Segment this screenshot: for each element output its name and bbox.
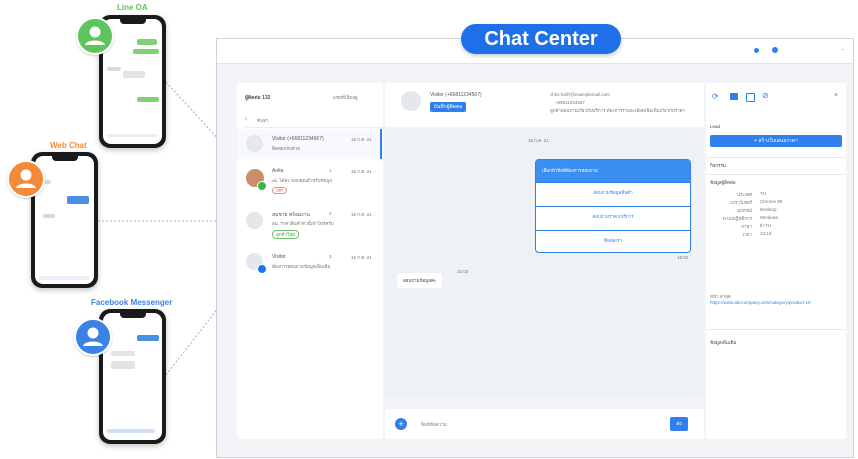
- info-rows: ประเทศ TH เบราว์เซอร์ Chrome 90 อุปกรณ์ Des…: [710, 191, 842, 239]
- conversation-filter[interactable]: แชทที่เปิดอยู่: [333, 94, 358, 101]
- save-contact-button[interactable]: บันทึกผู้ติดต่อ: [430, 102, 466, 112]
- image-icon[interactable]: [746, 93, 755, 102]
- tag-badge: VIP: [272, 187, 288, 194]
- contact-name: Visitor (+66811234567): [272, 136, 324, 142]
- card-title: เลือกหัวข้อที่ต้องการสอบถาม: [536, 160, 690, 182]
- date-chip: 16 ก.ค. 21: [528, 138, 549, 143]
- divider: [706, 174, 846, 175]
- search-icon: ⌕: [245, 116, 248, 121]
- contact-avatar: [246, 212, 263, 229]
- chat-center-window: ⌄ ผู้ติดต่อ 132 แชทที่เปิดอยู่ ค้นหา ⌕ V…: [216, 38, 854, 458]
- info-label: เบราว์เซอร์: [730, 200, 752, 205]
- card-option-3[interactable]: ติดต่อเรา: [536, 230, 690, 251]
- contact-name: Anita: [272, 168, 284, 174]
- contact-note: ลูกค้าสอบถามเกี่ยวกับบริการ ต้องการรายละ…: [550, 108, 686, 113]
- close-icon[interactable]: ×: [834, 92, 838, 99]
- create-quote-button[interactable]: + สร้างใบเสนอราคา: [710, 135, 842, 147]
- user-menu-icon[interactable]: [772, 47, 778, 53]
- info-label: ภาษา: [741, 224, 752, 229]
- info-value: Windows: [760, 215, 779, 220]
- message-time: 16 ก.ค. 21: [351, 212, 372, 217]
- chevron-down-icon[interactable]: ⌄: [841, 46, 845, 52]
- info-value: Chrome 90: [760, 199, 783, 204]
- contact-name: สมชาย พร้อมงาน: [272, 212, 310, 218]
- lead-label: Lead: [710, 124, 721, 129]
- card-time: 15:02: [677, 255, 689, 260]
- message-time: 16 ก.ค. 21: [351, 169, 372, 174]
- message-time: 16 ก.ค. 21: [351, 137, 372, 142]
- refresh-icon[interactable]: ⟳: [712, 92, 719, 101]
- contact-avatar: [246, 135, 263, 152]
- message-preview: ต้องการสอบถามข้อมูลเพิ่มเติม: [272, 264, 331, 269]
- info-label: ระบบปฏิบัติการ: [722, 216, 752, 221]
- divider: [706, 329, 846, 330]
- chat-messages: 16 ก.ค. 21 เลือกหัวข้อที่ต้องการสอบถาม ส…: [385, 129, 704, 397]
- message-preview: สน. ราคาสินค้าตัวนี้เท่าไหร่ครับ: [272, 221, 334, 226]
- line-badge-icon: [257, 181, 267, 191]
- visited-label: หน้า ล่าสุด: [710, 294, 731, 299]
- folder-icon[interactable]: [730, 93, 738, 100]
- list-item[interactable]: สมชาย พร้อมงาน 2 16 ก.ค. 21 สน. ราคาสินค…: [237, 205, 383, 245]
- notification-icon[interactable]: [754, 48, 759, 53]
- unread-count: 3: [329, 254, 332, 259]
- info-section-title[interactable]: ข้อมูลผู้ติดต่อ: [710, 179, 736, 186]
- incoming-time: 15:03: [457, 269, 469, 274]
- contact-email: chris.hall7@examplemail.com: [550, 92, 610, 97]
- link-icon[interactable]: ⊘: [762, 91, 769, 100]
- page-title: Chat Center: [461, 24, 621, 54]
- chat-header: Visitor (+66811234567) บันทึกผู้ติดต่อ c…: [385, 83, 704, 127]
- info-label: ประเทศ: [736, 192, 752, 197]
- contact-name: Visitor: [272, 254, 286, 260]
- chat-composer: + พิมพ์ข้อความ ส่ง: [385, 409, 704, 439]
- info-value: TH: [760, 191, 766, 196]
- list-item[interactable]: Visitor 3 16 ก.ค. 21 ต้องการสอบถามข้อมูล…: [237, 247, 383, 277]
- active-indicator: [380, 129, 382, 159]
- info-label: เวลา: [742, 232, 752, 237]
- message-input[interactable]: พิมพ์ข้อความ: [421, 421, 447, 428]
- message-preview: ok, ได้ค่ะ ขอบคุณสำหรับข้อมูล: [272, 178, 332, 183]
- message-preview: ติดต่อกลับด้วย: [272, 146, 300, 151]
- divider: [706, 157, 846, 158]
- conversation-list: ผู้ติดต่อ 132 แชทที่เปิดอยู่ ค้นหา ⌕ Vis…: [237, 83, 385, 439]
- search-input[interactable]: ค้นหา: [245, 116, 385, 128]
- tag-badge: ลูกค้าใหม่: [272, 230, 300, 239]
- info-value: 13:10: [760, 231, 772, 236]
- incoming-message: สอบถามข้อมูลค่ะ: [397, 273, 443, 288]
- info-value: Desktop: [760, 207, 777, 212]
- card-option-1[interactable]: สอบถามข้อมูลสินค้า: [536, 182, 690, 203]
- info-value: th-TH: [760, 223, 772, 228]
- list-item[interactable]: Visitor (+66811234567) 16 ก.ค. 21 ติดต่อ…: [237, 129, 383, 159]
- chat-contact-name: Visitor (+66811234567): [430, 92, 482, 98]
- visited-url[interactable]: https://www.abccompany.com/category/prod…: [710, 300, 840, 306]
- facebook-badge-icon: [257, 264, 267, 274]
- send-button[interactable]: ส่ง: [670, 417, 688, 431]
- conversation-list-title: ผู้ติดต่อ 132: [245, 95, 271, 101]
- tags-section[interactable]: ข้อมูลเพิ่มเติม: [710, 339, 736, 346]
- contact-avatar: [401, 91, 421, 111]
- quick-reply-card: เลือกหัวข้อที่ต้องการสอบถาม สอบถามข้อมูล…: [535, 159, 691, 253]
- card-option-2[interactable]: สอบถามราคา/บริการ: [536, 206, 690, 227]
- unread-count: 1: [329, 168, 332, 173]
- activities-section[interactable]: กิจกรรม: [710, 162, 726, 169]
- add-attachment-button[interactable]: +: [395, 418, 407, 430]
- info-label: อุปกรณ์: [737, 208, 752, 213]
- contact-side-panel: ⟳ ⊘ × Lead + สร้างใบเสนอราคา กิจกรรม ข้อ…: [706, 83, 846, 439]
- unread-count: 2: [329, 211, 332, 216]
- contact-phone: +66811234567: [555, 100, 585, 105]
- message-time: 16 ก.ค. 21: [351, 255, 372, 260]
- list-item[interactable]: Anita 1 16 ก.ค. 21 ok, ได้ค่ะ ขอบคุณสำหร…: [237, 161, 383, 203]
